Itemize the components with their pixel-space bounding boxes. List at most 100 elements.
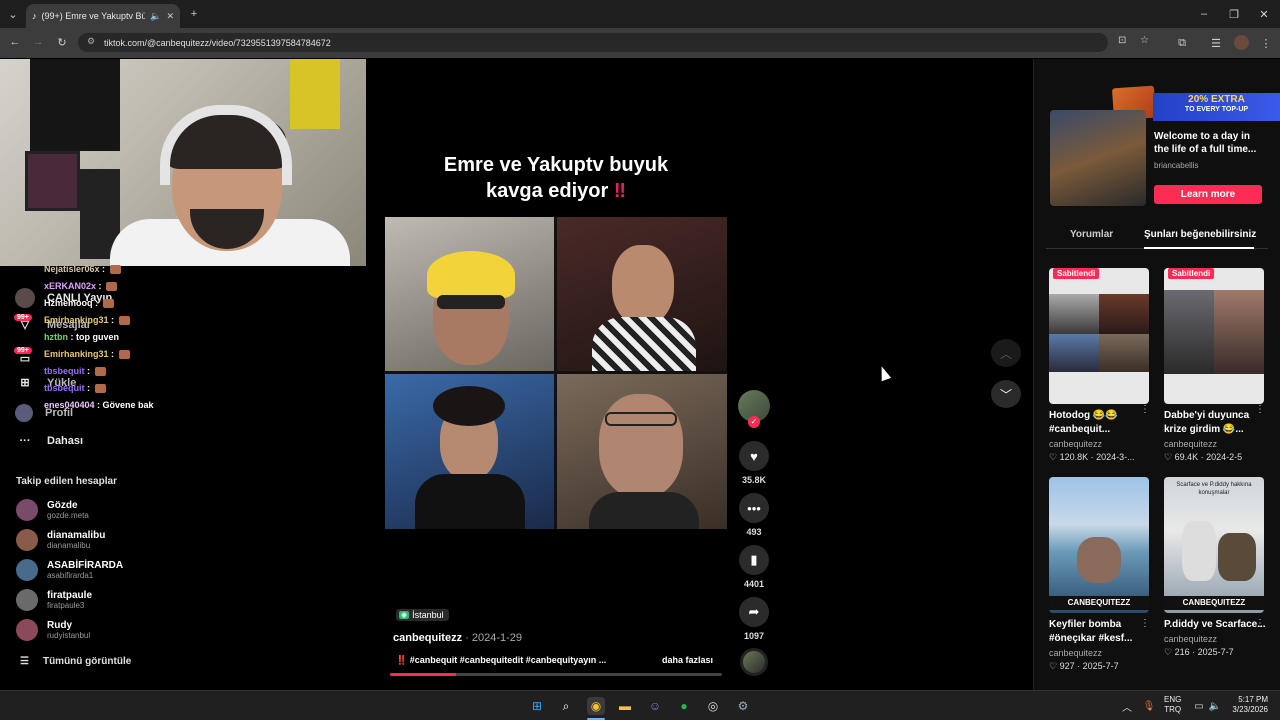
ad-learn-more-button[interactable]: Learn more bbox=[1154, 185, 1262, 204]
share-action[interactable]: ➦ 1097 bbox=[738, 597, 770, 641]
see-all-label: Tümünü görüntüle bbox=[42, 656, 132, 667]
card-options-icon[interactable]: ⋮ bbox=[1140, 404, 1150, 415]
card-options-icon[interactable]: ⋮ bbox=[1140, 618, 1150, 629]
minimize-icon[interactable]: – bbox=[1196, 6, 1212, 22]
suggested-user: canbequitezz bbox=[1164, 634, 1218, 644]
nav-more[interactable]: ··· Dahası bbox=[15, 435, 84, 447]
account-handle: asabifirarda1 bbox=[47, 571, 94, 580]
suggested-title: Keyfiler bomba #öneçıkar #kesf... bbox=[1049, 619, 1133, 644]
chevron-up-icon: ︿ bbox=[999, 346, 1012, 361]
speaker-icon[interactable]: 🔈 bbox=[150, 11, 161, 22]
site-info-icon[interactable]: ⚙ bbox=[87, 36, 95, 47]
music-disc-icon bbox=[740, 648, 768, 676]
ad-thumbnail[interactable] bbox=[1050, 110, 1146, 206]
back-icon[interactable]: ← bbox=[7, 34, 23, 50]
chat-message: Emirhanking31 : bbox=[44, 349, 130, 360]
window-close-icon[interactable]: ✕ bbox=[1256, 6, 1272, 22]
previous-video-button[interactable]: ︿ bbox=[991, 339, 1021, 367]
windows-start-icon[interactable]: ⊞ bbox=[528, 697, 546, 715]
sound-disc-button[interactable] bbox=[738, 648, 770, 676]
ad-banner-line1: 20% EXTRA bbox=[1188, 94, 1245, 105]
save-action[interactable]: ▮ 4401 bbox=[738, 545, 770, 589]
card-options-icon[interactable]: ⋮ bbox=[1255, 618, 1265, 629]
nav-more-label: Dahası bbox=[47, 435, 84, 447]
language-indicator[interactable]: ENG TRQ bbox=[1164, 695, 1181, 715]
heart-outline-icon: ♡ bbox=[1164, 647, 1175, 657]
heart-icon[interactable]: ♥ bbox=[739, 441, 769, 471]
clock[interactable]: 5:17 PM 3/23/2026 bbox=[1224, 695, 1268, 715]
avatar bbox=[16, 499, 38, 521]
bookmark-icon[interactable]: ▮ bbox=[739, 545, 769, 575]
install-app-icon[interactable]: ⊡ bbox=[1118, 35, 1126, 46]
author-avatar-button[interactable]: ✓ bbox=[738, 390, 770, 428]
suggested-meta: ♡ 216 · 2025-7-7 bbox=[1164, 647, 1234, 657]
volume-icon[interactable]: 🔈 bbox=[1206, 697, 1224, 715]
like-action[interactable]: ♥ 35.8K bbox=[738, 441, 770, 485]
heart-outline-icon: ♡ bbox=[1049, 452, 1060, 462]
followed-account[interactable]: dianamalibu dianamalibu bbox=[16, 529, 105, 551]
tab-comments[interactable]: Yorumlar bbox=[1070, 229, 1113, 240]
restore-icon[interactable]: ❐ bbox=[1226, 6, 1242, 22]
share-icon[interactable]: ➦ bbox=[739, 597, 769, 627]
reading-list-icon[interactable]: ☰ bbox=[1208, 35, 1224, 51]
suggested-video-card[interactable]: CANBEQUITEZZ Keyfiler bomba #öneçıkar #k… bbox=[1049, 477, 1151, 672]
chrome-icon[interactable]: ◉ bbox=[587, 697, 605, 715]
video-author[interactable]: canbequitezz bbox=[393, 632, 462, 644]
video-frame[interactable] bbox=[385, 217, 727, 529]
video-progress-bar[interactable] bbox=[390, 673, 722, 676]
suggested-video-card[interactable]: Sabitlendi Hotodog 😂😂 #canbequit... canb… bbox=[1049, 268, 1151, 463]
yellow-jersey bbox=[290, 59, 340, 129]
suggested-video-card[interactable]: Scarface ve P.diddy hakkına konuşmalar C… bbox=[1164, 477, 1266, 658]
chat-username: Hzmemooq bbox=[44, 298, 93, 308]
followed-account[interactable]: ASABİFİRARDA asabifirarda1 bbox=[16, 559, 123, 581]
suggested-video-card[interactable]: Sabitlendi Dabbe'yi duyunca krize girdim… bbox=[1164, 268, 1266, 463]
follow-plus-icon[interactable]: ✓ bbox=[748, 416, 760, 428]
suggested-meta: ♡ 69.4K · 2024-2-5 bbox=[1164, 452, 1243, 462]
app-icon[interactable]: ◎ bbox=[704, 697, 722, 715]
browser-tab[interactable]: ♪ (99+) Emre ve Yakuptv Büyü 🔈 ✕ bbox=[26, 4, 180, 28]
forward-icon[interactable]: → bbox=[30, 34, 46, 50]
tab-list-icon[interactable]: ⌄ bbox=[5, 6, 21, 22]
ad-banner-line2: TO EVERY TOP-UP bbox=[1184, 106, 1249, 113]
chat-username: xERKAN02x bbox=[44, 281, 97, 291]
comment-action[interactable]: ••• 493 bbox=[738, 493, 770, 537]
active-tab-indicator bbox=[1144, 247, 1254, 249]
account-name: Rudy bbox=[47, 620, 72, 631]
location-tag[interactable]: ◉ İstanbul bbox=[396, 609, 449, 621]
bookmark-star-icon[interactable]: ☆ bbox=[1140, 35, 1149, 46]
followed-account[interactable]: Gözde gozde.meta bbox=[16, 499, 89, 521]
chat-text: Gövene bak bbox=[102, 400, 154, 410]
chat-username: Nejatisler06x bbox=[44, 264, 100, 274]
reload-icon[interactable]: ↻ bbox=[54, 34, 70, 50]
tab-suggested[interactable]: Şunları beğenebilirsiniz bbox=[1144, 229, 1256, 240]
spotify-icon[interactable]: ● bbox=[675, 697, 693, 715]
thumbnail-watermark: CANBEQUITEZZ bbox=[1164, 596, 1264, 610]
chat-message: enes040404 : Gövene bak bbox=[44, 400, 154, 410]
more-caption-button[interactable]: daha fazlası bbox=[662, 655, 713, 665]
profile-avatar[interactable] bbox=[1234, 35, 1249, 50]
microphone-icon[interactable]: 🎙 bbox=[1140, 697, 1158, 715]
profile-icon bbox=[15, 404, 33, 422]
url-bar[interactable]: ⚙ tiktok.com/@canbequitezz/video/7329551… bbox=[78, 33, 1149, 52]
comment-icon[interactable]: ••• bbox=[739, 493, 769, 523]
search-icon[interactable]: ⌕ bbox=[557, 697, 575, 715]
card-options-icon[interactable]: ⋮ bbox=[1255, 404, 1265, 415]
chevron-down-icon: ﹀ bbox=[999, 387, 1012, 402]
followed-account[interactable]: firatpaule firatpaule3 bbox=[16, 589, 92, 611]
tray-overflow-icon[interactable]: ︿ bbox=[1118, 697, 1136, 715]
discord-icon[interactable]: ☺ bbox=[646, 697, 664, 715]
new-tab-icon[interactable]: + bbox=[186, 6, 202, 22]
chat-emote-icon bbox=[102, 299, 114, 309]
account-handle: dianamalibu bbox=[47, 541, 91, 550]
see-all-following-button[interactable]: ☰ Tümünü görüntüle bbox=[20, 656, 131, 667]
settings-icon[interactable]: ⚙ bbox=[734, 697, 752, 715]
followed-account[interactable]: Rudy rudyistanbul bbox=[16, 619, 90, 641]
file-explorer-icon[interactable]: ▬ bbox=[616, 697, 634, 715]
next-video-button[interactable]: ﹀ bbox=[991, 380, 1021, 408]
browser-menu-icon[interactable]: ⋮ bbox=[1258, 35, 1274, 51]
extensions-icon[interactable]: ⧉ bbox=[1174, 35, 1190, 51]
tab-close-icon[interactable]: ✕ bbox=[166, 11, 174, 22]
ad-promo-banner[interactable]: 20% EXTRA TO EVERY TOP-UP bbox=[1153, 93, 1280, 121]
chat-username: Emirhanking31 bbox=[44, 315, 109, 325]
overlay-title-line2: kavga ediyor bbox=[486, 180, 609, 202]
